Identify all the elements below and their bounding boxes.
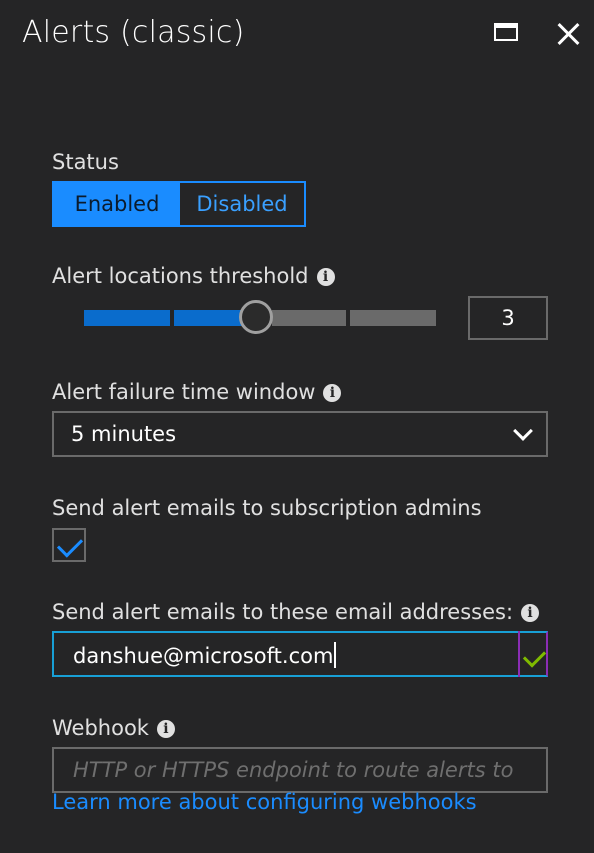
webhook-label-text: Webhook	[52, 716, 149, 740]
blade-header: Alerts (classic)	[0, 0, 594, 70]
slider-segment-empty	[350, 310, 436, 326]
time-window-value: 5 minutes	[71, 422, 177, 446]
checkmark-icon	[56, 531, 84, 558]
time-window-dropdown[interactable]: 5 minutes	[52, 411, 548, 457]
webhook-input[interactable]: HTTP or HTTPS endpoint to route alerts t…	[52, 747, 548, 793]
webhook-placeholder: HTTP or HTTPS endpoint to route alerts t…	[73, 758, 514, 782]
valid-check-icon	[522, 644, 547, 668]
info-icon[interactable]: i	[323, 384, 342, 402]
time-window-label-text: Alert failure time window	[52, 380, 316, 404]
chevron-down-icon	[513, 421, 533, 441]
validation-divider	[518, 631, 520, 677]
maximize-icon[interactable]	[492, 18, 524, 50]
admins-label: Send alert emails to subscription admins	[52, 496, 482, 520]
threshold-label-text: Alert locations threshold	[52, 264, 309, 288]
slider-segment-empty	[272, 310, 346, 326]
threshold-label: Alert locations threshold i	[52, 264, 335, 288]
info-icon[interactable]: i	[316, 268, 335, 286]
status-label: Status	[52, 150, 119, 174]
info-icon[interactable]: i	[521, 604, 540, 622]
slider-segment-filled	[174, 310, 246, 326]
status-toggle[interactable]: Enabled Disabled	[52, 181, 306, 227]
webhook-label: Webhook i	[52, 716, 175, 740]
emails-label: Send alert emails to these email address…	[52, 600, 540, 624]
slider-thumb[interactable]	[239, 300, 273, 334]
text-caret	[334, 642, 337, 668]
close-icon[interactable]	[552, 18, 584, 50]
email-addresses-field[interactable]: danshue@microsoft.com	[52, 631, 548, 677]
admins-checkbox[interactable]	[52, 528, 86, 562]
status-enabled-option[interactable]: Enabled	[54, 183, 180, 225]
time-window-label: Alert failure time window i	[52, 380, 342, 404]
slider-segment-filled	[84, 310, 170, 326]
threshold-value-input[interactable]: 3	[468, 296, 548, 340]
email-text: danshue@microsoft.com	[73, 644, 334, 668]
webhook-learn-more-link[interactable]: Learn more about configuring webhooks	[52, 790, 477, 814]
info-icon[interactable]: i	[156, 720, 175, 738]
email-value: danshue@microsoft.com	[73, 642, 337, 668]
status-disabled-option[interactable]: Disabled	[180, 183, 304, 225]
emails-label-text: Send alert emails to these email address…	[52, 600, 514, 624]
blade-title: Alerts (classic)	[22, 15, 245, 50]
